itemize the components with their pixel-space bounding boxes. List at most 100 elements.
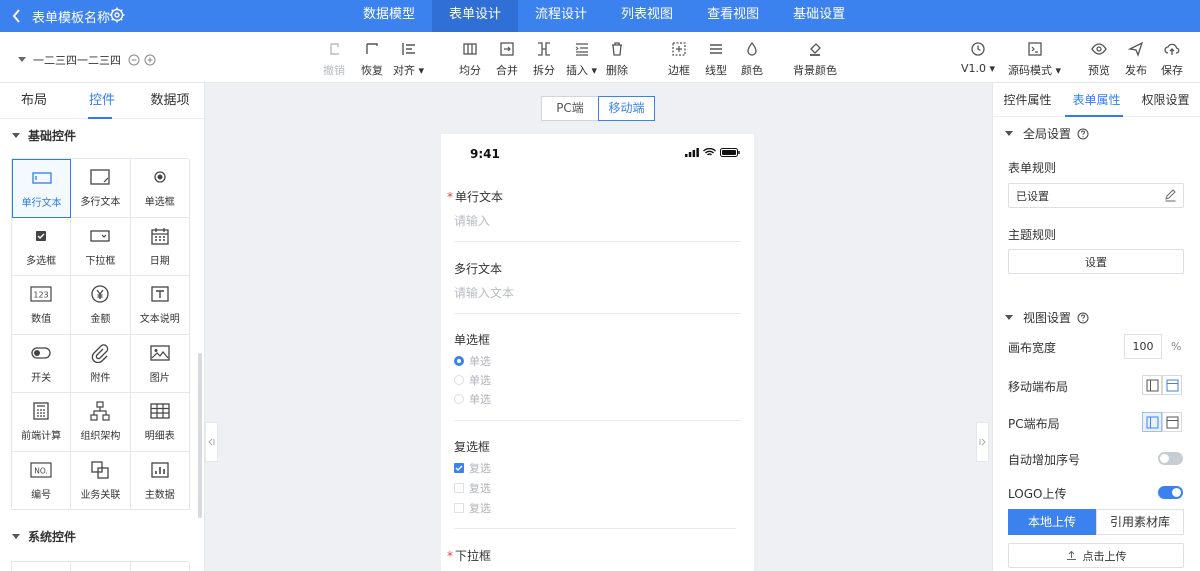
- send-icon: [1128, 41, 1144, 57]
- click-upload-button[interactable]: 点击上传: [1008, 543, 1184, 568]
- checkbox-option[interactable]: 复选: [454, 460, 491, 476]
- collapse-right-panel-handle[interactable]: [976, 422, 989, 462]
- plus-circle-icon[interactable]: [144, 54, 156, 66]
- control-org-structure[interactable]: 组织架构: [71, 393, 131, 452]
- tab-data-items[interactable]: 数据项: [136, 83, 204, 118]
- radio-option[interactable]: 单选: [454, 353, 491, 369]
- checkbox-option[interactable]: 复选: [454, 500, 491, 516]
- control-number[interactable]: 123 数值: [12, 276, 72, 335]
- tab-detail-view[interactable]: 查看视图: [690, 0, 776, 32]
- tab-controls[interactable]: 控件: [68, 83, 136, 118]
- save-button[interactable]: 保存: [1161, 41, 1183, 78]
- basic-controls-header[interactable]: 基础控件: [0, 121, 204, 149]
- redo-icon: [366, 43, 378, 54]
- merge-icon: [500, 42, 514, 56]
- global-settings-header[interactable]: 全局设置: [1005, 125, 1089, 142]
- distribute-evenly-button[interactable]: 均分: [459, 41, 481, 78]
- preview-button[interactable]: 预览: [1088, 41, 1110, 78]
- control-multi-line-text[interactable]: 多行文本: [71, 159, 131, 218]
- layout-sidebar-icon: [1146, 416, 1158, 428]
- tab-basic-settings[interactable]: 基础设置: [776, 0, 862, 32]
- help-icon[interactable]: [1077, 312, 1089, 324]
- tab-list-view[interactable]: 列表视图: [604, 0, 690, 32]
- insert-button[interactable]: 插入 ▾: [566, 41, 597, 78]
- tab-form-properties[interactable]: 表单属性: [1062, 83, 1131, 116]
- checkbox-unchecked-icon: [454, 483, 464, 493]
- tab-layout[interactable]: 布局: [0, 83, 68, 118]
- delete-button[interactable]: 删除: [606, 41, 628, 78]
- serial-number-icon: NO.: [30, 462, 52, 478]
- editor-toolbar: 一二三四一二三四 撤销 恢复 对齐 ▾ 均分 合并 拆分 插入 ▾ 删除 边框: [0, 32, 1200, 83]
- control-attachment[interactable]: 附件: [71, 334, 131, 393]
- control-master-data[interactable]: 主数据: [130, 451, 190, 510]
- toggle-knob: [1160, 454, 1169, 463]
- split-cells-button[interactable]: 拆分: [533, 41, 555, 78]
- checkbox-option[interactable]: 复选: [454, 480, 491, 496]
- canvas-width-input[interactable]: 100: [1124, 334, 1162, 359]
- theme-rules-set-button[interactable]: 设置: [1008, 249, 1184, 274]
- paint-bucket-icon: [810, 43, 821, 56]
- collapse-left-panel-handle[interactable]: [205, 422, 218, 462]
- line-style-icon: [710, 44, 722, 54]
- color-button[interactable]: 颜色: [741, 41, 763, 78]
- control-amount[interactable]: 金额: [71, 276, 131, 335]
- multi-line-placeholder: 请输入文本: [454, 286, 515, 300]
- control-radio[interactable]: 单选框: [130, 159, 190, 218]
- control-date[interactable]: 日期: [130, 217, 190, 276]
- control-switch[interactable]: 开关: [12, 334, 72, 393]
- background-color-button[interactable]: 背景颜色: [793, 41, 837, 78]
- help-icon[interactable]: [1077, 128, 1089, 140]
- field-path-selector[interactable]: 一二三四一二三四: [18, 52, 156, 68]
- radio-option[interactable]: 单选: [454, 391, 491, 407]
- merge-cells-button[interactable]: 合并: [496, 41, 518, 78]
- control-dropdown[interactable]: 下拉框: [71, 217, 131, 276]
- form-rules-field[interactable]: 已设置: [1008, 183, 1184, 208]
- material-library-tab[interactable]: 引用素材库: [1096, 509, 1184, 535]
- tab-flow-design[interactable]: 流程设计: [518, 0, 604, 32]
- layout-option-header[interactable]: [1162, 412, 1182, 432]
- align-button[interactable]: 对齐 ▾: [393, 41, 424, 78]
- radio-unselected-icon: [454, 394, 464, 404]
- gear-icon[interactable]: [108, 6, 126, 24]
- undo-button[interactable]: 撤销: [323, 41, 345, 78]
- edit-icon[interactable]: [1164, 189, 1177, 202]
- top-bar: 表单模板名称 数据模型 表单设计 流程设计 列表视图 查看视图 基础设置: [0, 0, 1200, 32]
- source-mode-button[interactable]: 源码模式 ▾: [1008, 41, 1061, 78]
- line-style-button[interactable]: 线型: [705, 41, 727, 78]
- layout-option-sidebar[interactable]: [1142, 412, 1162, 432]
- tab-permission-settings[interactable]: 权限设置: [1131, 83, 1200, 116]
- pc-mode-button[interactable]: PC端: [541, 96, 598, 121]
- minus-circle-icon[interactable]: [128, 54, 140, 66]
- local-upload-tab[interactable]: 本地上传: [1008, 509, 1096, 535]
- publish-button[interactable]: 发布: [1125, 41, 1147, 78]
- left-panel-scrollbar[interactable]: [198, 353, 202, 518]
- control-single-line-text[interactable]: 单行文本: [12, 159, 72, 218]
- view-settings-header[interactable]: 视图设置: [1005, 309, 1089, 326]
- status-icons: [685, 148, 740, 157]
- control-image[interactable]: 图片: [130, 334, 190, 393]
- control-frontend-calculation[interactable]: 前端计算: [12, 393, 72, 452]
- version-selector[interactable]: V1.0 ▾: [961, 41, 995, 75]
- redo-button[interactable]: 恢复: [361, 41, 383, 78]
- layout-option-header[interactable]: [1162, 375, 1182, 395]
- radio-option[interactable]: 单选: [454, 372, 491, 388]
- text-description-icon: [151, 286, 169, 302]
- mobile-mode-button[interactable]: 移动端: [598, 96, 655, 121]
- checkbox-unchecked-icon: [454, 503, 464, 513]
- tab-control-properties[interactable]: 控件属性: [993, 83, 1062, 116]
- control-business-relation[interactable]: 业务关联: [71, 451, 131, 510]
- control-detail-table[interactable]: 明细表: [130, 393, 190, 452]
- control-checkbox[interactable]: 多选框: [12, 217, 72, 276]
- device-mode-toggle: PC端 移动端: [541, 96, 655, 121]
- back-arrow-icon[interactable]: [10, 7, 24, 25]
- control-text-description[interactable]: 文本说明: [130, 276, 190, 335]
- tab-form-design[interactable]: 表单设计: [432, 0, 519, 32]
- system-controls-header[interactable]: 系统控件: [0, 522, 205, 550]
- logo-upload-toggle[interactable]: [1158, 486, 1183, 499]
- checkbox-checked-icon: [454, 463, 464, 473]
- control-serial-number[interactable]: NO. 编号: [12, 451, 72, 510]
- auto-serial-toggle[interactable]: [1158, 452, 1183, 465]
- border-button[interactable]: 边框: [668, 41, 690, 78]
- layout-option-sidebar[interactable]: [1142, 375, 1162, 395]
- tab-data-model[interactable]: 数据模型: [346, 0, 432, 32]
